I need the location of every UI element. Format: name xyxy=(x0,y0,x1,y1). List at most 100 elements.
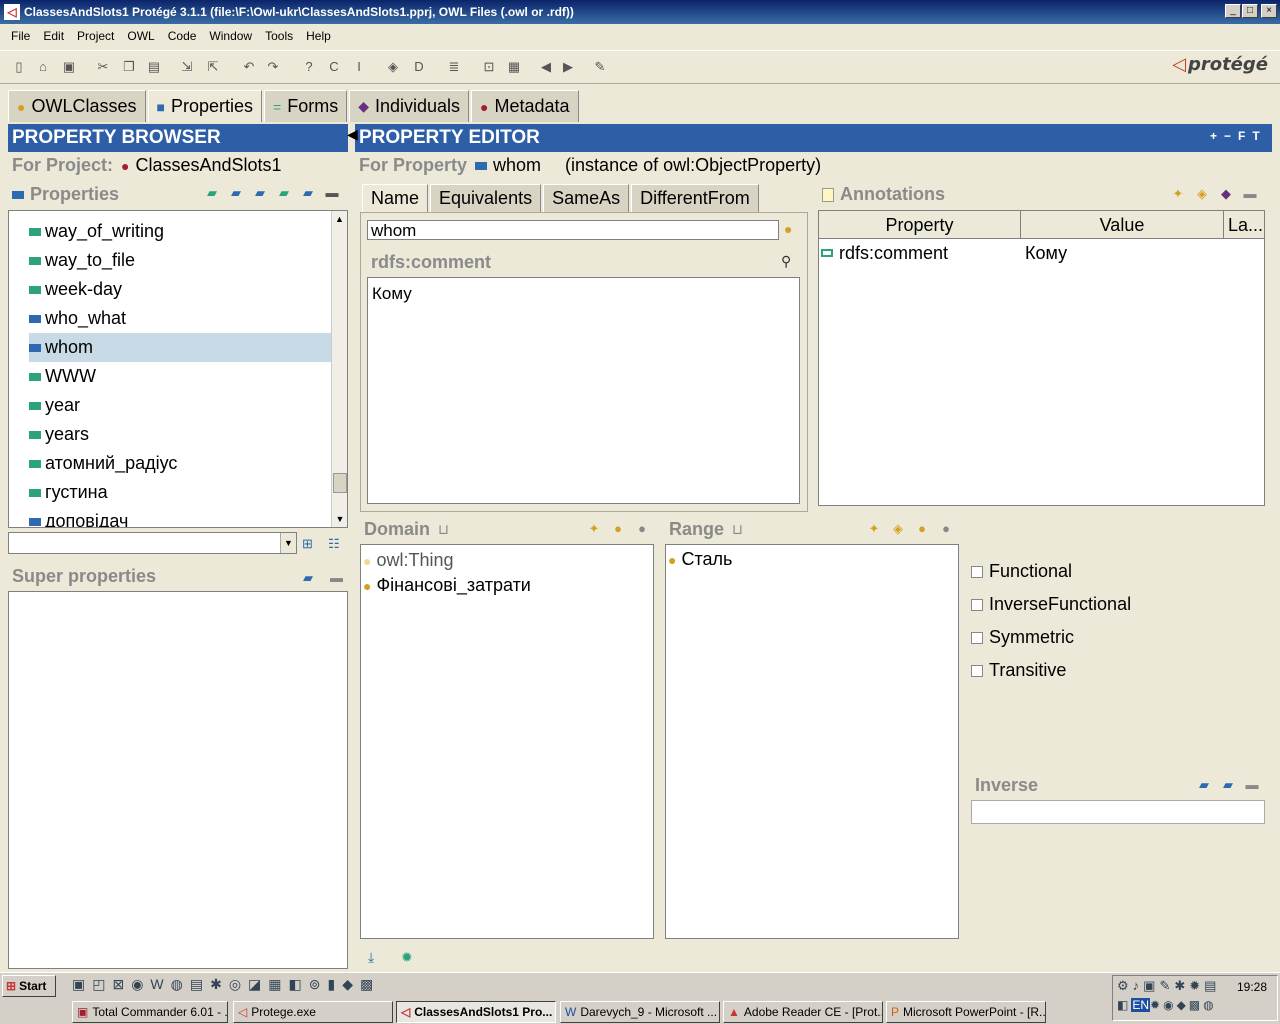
quick-launch-icon[interactable]: ⊚ xyxy=(309,976,328,992)
tray-icon[interactable]: ◍ xyxy=(1203,998,1216,1012)
menu-owl[interactable]: OWL xyxy=(127,29,154,43)
subtab-name[interactable]: Name xyxy=(362,184,429,212)
tray-icon[interactable]: ▣ xyxy=(1143,978,1159,993)
remove-super-property-icon[interactable]: ▬ xyxy=(330,570,343,585)
settings-bug-icon[interactable]: ✹ xyxy=(401,949,413,966)
create-restriction-icon[interactable]: ◈ xyxy=(890,521,906,537)
expand-button[interactable]: + xyxy=(1210,129,1217,143)
export-icon[interactable]: ⇱ xyxy=(204,58,222,76)
import-icon[interactable]: ⤓ xyxy=(368,949,374,966)
tab-forms[interactable]: = Forms xyxy=(264,90,348,122)
maximize-button[interactable]: □ xyxy=(1242,4,1258,18)
add-resource-annotation-icon[interactable]: ◈ xyxy=(1194,186,1210,202)
table-icon[interactable]: ▦ xyxy=(505,58,523,76)
create-property-icon[interactable]: ▰ xyxy=(300,185,316,201)
create-inverse-icon[interactable]: ▰ xyxy=(1196,777,1212,793)
quick-launch-icon[interactable]: ▣ xyxy=(72,976,92,992)
scroll-up-icon[interactable]: ▲ xyxy=(332,211,347,227)
delete-annotation-icon[interactable]: ▬ xyxy=(1242,186,1258,202)
quick-launch-icon[interactable]: ✱ xyxy=(210,976,229,992)
subtab-sameas[interactable]: SameAs xyxy=(543,184,630,212)
list-item[interactable]: year xyxy=(9,391,331,420)
pen-icon[interactable]: ✎ xyxy=(591,58,609,76)
menu-edit[interactable]: Edit xyxy=(43,29,64,43)
create-datatype-property-icon[interactable]: ▰ xyxy=(204,185,220,201)
menu-window[interactable]: Window xyxy=(209,29,252,43)
add-individual-annotation-icon[interactable]: ◆ xyxy=(1218,186,1234,202)
tray-icon[interactable]: ⚙ xyxy=(1117,978,1133,993)
create-subproperty-icon[interactable]: ▰ xyxy=(252,185,268,201)
tray-icon[interactable]: ◉ xyxy=(1163,998,1176,1012)
view-options-icon[interactable]: ☷ xyxy=(328,536,340,552)
tray-icon[interactable]: ✹ xyxy=(1189,978,1204,993)
tray-icon[interactable]: ✎ xyxy=(1159,978,1174,993)
globe-icon[interactable]: ● xyxy=(784,221,792,237)
name-field[interactable]: whom xyxy=(367,220,779,240)
taskbar-item-active[interactable]: ◁ ClassesAndSlots1 Pro... xyxy=(396,1001,556,1023)
minimize-button[interactable]: _ xyxy=(1225,4,1241,18)
tray-icon[interactable]: ▩ xyxy=(1189,998,1203,1012)
quick-launch-icon[interactable]: ⊠ xyxy=(112,976,131,992)
add-class-icon[interactable]: ● xyxy=(610,521,626,537)
inversefunctional-checkbox[interactable] xyxy=(971,598,983,611)
list-item-selected[interactable]: whom xyxy=(29,333,331,362)
clock[interactable]: 19:28 xyxy=(1237,980,1267,994)
menu-tools[interactable]: Tools xyxy=(265,29,293,43)
column-header-lang[interactable]: La... xyxy=(1224,211,1264,238)
create-class-icon[interactable]: ✦ xyxy=(866,521,882,537)
cut-icon[interactable]: ✂ xyxy=(94,58,112,76)
transitive-checkbox[interactable] xyxy=(971,664,983,677)
menu-project[interactable]: Project xyxy=(77,29,114,43)
splitter-arrow-icon[interactable]: ◀ xyxy=(347,126,358,143)
quick-launch-icon[interactable]: ▩ xyxy=(360,976,380,992)
quick-launch-icon[interactable]: ◰ xyxy=(92,976,112,992)
tray-icon[interactable]: ◧ xyxy=(1117,998,1131,1012)
quick-launch-icon[interactable]: ▦ xyxy=(268,976,288,992)
functional-checkbox[interactable] xyxy=(971,565,983,578)
inversefunctional-checkbox-row[interactable]: InverseFunctional xyxy=(971,588,1231,621)
remove-class-icon[interactable]: ● xyxy=(938,521,954,537)
tab-metadata[interactable]: ● Metadata xyxy=(471,90,579,122)
paste-icon[interactable]: ▤ xyxy=(145,58,163,76)
property-search-field[interactable]: ▼ xyxy=(8,532,297,554)
symmetric-checkbox[interactable] xyxy=(971,631,983,644)
functional-checkbox-row[interactable]: Functional xyxy=(971,555,1231,588)
form-icon[interactable]: ⊡ xyxy=(480,58,498,76)
list-item[interactable]: who_what xyxy=(9,304,331,333)
query-icon[interactable]: ? xyxy=(300,58,318,76)
redo-icon[interactable]: ↷ xyxy=(264,58,282,76)
tray-icon[interactable]: ✹ xyxy=(1150,998,1163,1012)
collapse-button[interactable]: − xyxy=(1224,129,1231,143)
undo-icon[interactable]: ↶ xyxy=(240,58,258,76)
create-object-property-icon[interactable]: ▰ xyxy=(228,185,244,201)
taskbar-item[interactable]: ▲ Adobe Reader CE - [Prot... xyxy=(723,1001,883,1023)
quick-launch-icon[interactable]: ▮ xyxy=(327,976,342,992)
quick-launch-icon[interactable]: W xyxy=(150,976,170,992)
close-button[interactable]: × xyxy=(1261,4,1277,18)
quick-launch-icon[interactable]: ◎ xyxy=(229,976,248,992)
tray-icon[interactable]: ✱ xyxy=(1174,978,1189,993)
column-header-value[interactable]: Value xyxy=(1021,211,1224,238)
vertical-scrollbar[interactable]: ▲ ▼ xyxy=(331,211,347,527)
comment-textarea[interactable]: Кому xyxy=(367,277,800,504)
list-item[interactable]: way_to_file xyxy=(9,246,331,275)
quick-launch-icon[interactable]: ◍ xyxy=(171,976,190,992)
add-annotation-icon[interactable]: ✦ xyxy=(1170,186,1186,202)
table-row[interactable]: rdfs:comment Кому xyxy=(819,239,1264,267)
list-item[interactable]: ● owl:Thing xyxy=(361,548,653,573)
list-item[interactable]: ● Фінансові_затрати xyxy=(361,573,653,598)
taskbar-item[interactable]: ◁ Protege.exe xyxy=(233,1001,393,1023)
menu-help[interactable]: Help xyxy=(306,29,331,43)
quick-launch-icon[interactable]: ◆ xyxy=(342,976,360,992)
create-annotation-property-icon[interactable]: ▰ xyxy=(276,185,292,201)
open-folder-icon[interactable]: ⌂ xyxy=(34,58,52,76)
search-icon[interactable]: ⚲ xyxy=(781,253,791,270)
list-item[interactable]: WWW xyxy=(9,362,331,391)
taskbar-item[interactable]: P Microsoft PowerPoint - [R... xyxy=(886,1001,1046,1023)
taskbar-item[interactable]: ▣ Total Commander 6.01 - ... xyxy=(72,1001,228,1023)
tray-icon[interactable]: ◆ xyxy=(1177,998,1189,1012)
column-header-property[interactable]: Property xyxy=(819,211,1021,238)
navigate-icon[interactable]: ◈ xyxy=(384,58,402,76)
remove-class-icon[interactable]: ● xyxy=(634,521,650,537)
taskbar-item[interactable]: W Darevych_9 - Microsoft ... xyxy=(560,1001,720,1023)
